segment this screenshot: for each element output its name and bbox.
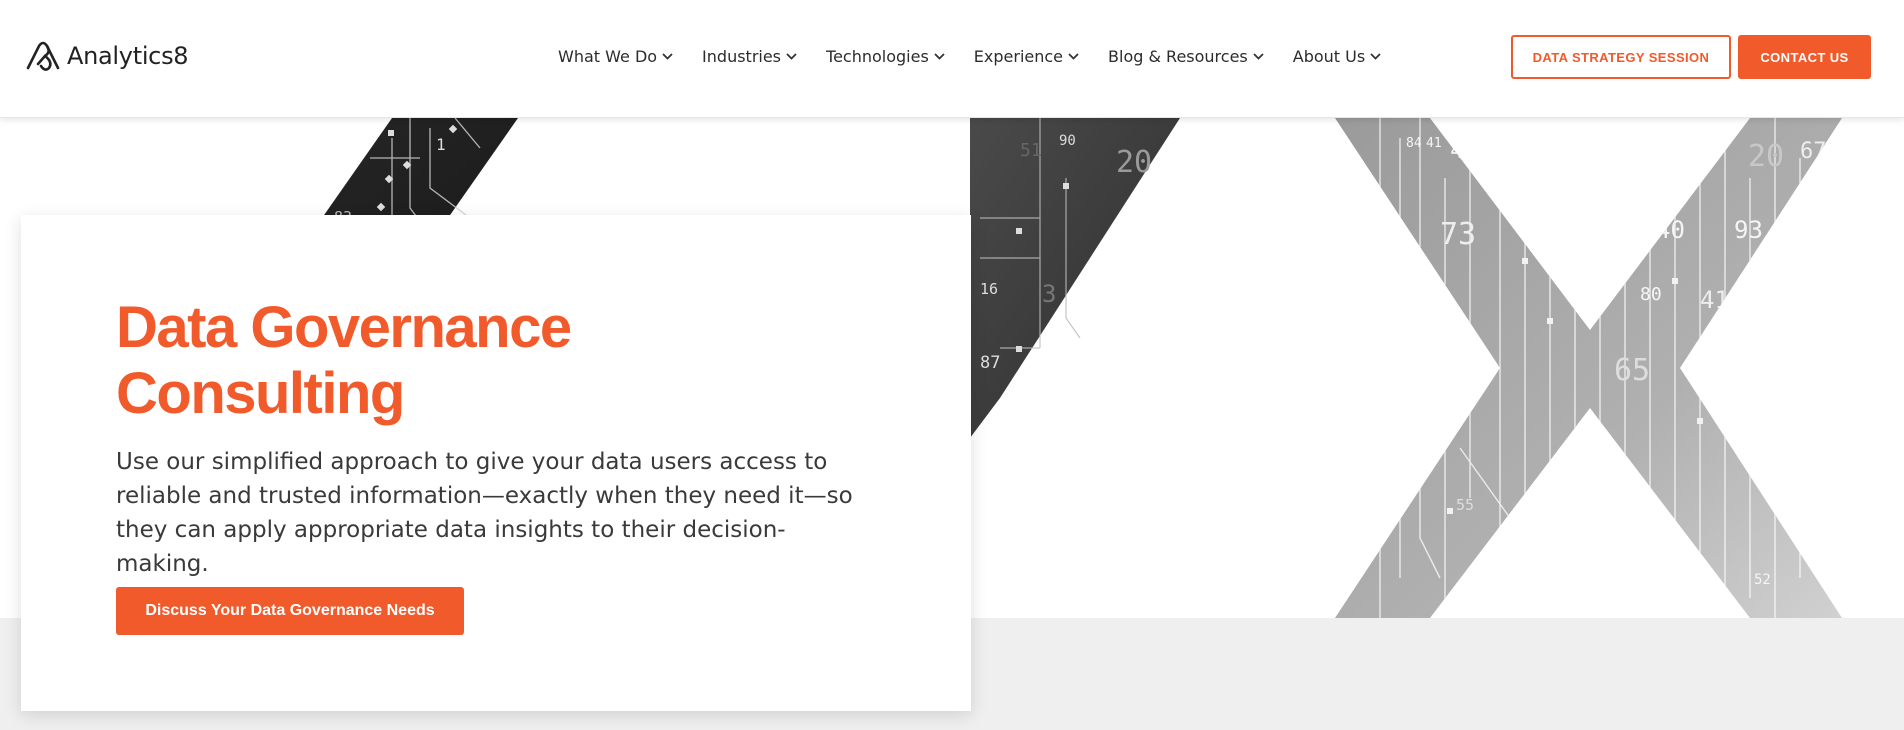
chevron-down-icon	[1068, 52, 1079, 60]
chevron-down-icon	[786, 52, 797, 60]
chevron-down-icon	[662, 52, 673, 60]
decor-number: 87	[980, 353, 1000, 373]
decor-number: 2	[1670, 135, 1678, 150]
nav-label: Blog & Resources	[1108, 46, 1248, 66]
logo-text: Analytics8	[67, 42, 189, 70]
title-line-1: Data Governance	[116, 295, 572, 360]
decor-number: 55	[1456, 496, 1474, 514]
analytics8-logo-icon	[26, 41, 60, 71]
decor-number: 1	[436, 135, 446, 154]
decor-number: 40	[1656, 216, 1685, 244]
decor-number: 67	[1800, 139, 1827, 164]
nav-industries[interactable]: Industries	[702, 47, 797, 66]
decor-number: 20	[1748, 139, 1784, 174]
chevron-down-icon	[1370, 52, 1381, 60]
hero-card: Data Governance Consulting Use our simpl…	[21, 215, 971, 711]
contact-us-button[interactable]: CONTACT US	[1738, 35, 1871, 79]
nav-label: Industries	[702, 46, 782, 66]
logo[interactable]: Analytics8	[25, 40, 189, 72]
decor-number: 73	[1440, 217, 1476, 252]
decor-number: 31	[1680, 573, 1704, 597]
decor-number: 80	[1640, 284, 1662, 305]
decor-number: 20	[1116, 145, 1152, 180]
decor-number: 3	[1042, 280, 1056, 308]
decor-number: 42	[1450, 136, 1479, 164]
decor-number: 84	[1406, 136, 1422, 151]
decor-number: 41	[1700, 286, 1729, 314]
nav-label: Experience	[973, 46, 1064, 66]
decor-number: 16	[980, 280, 998, 298]
data-strategy-session-button[interactable]: DATA STRATEGY SESSION	[1511, 35, 1731, 79]
nav-experience[interactable]: Experience	[974, 47, 1079, 66]
discuss-governance-button[interactable]: Discuss Your Data Governance Needs	[116, 587, 464, 635]
chevron-down-icon	[934, 52, 945, 60]
title-line-2: Consulting	[116, 361, 405, 426]
hero-description: Use our simplified approach to give your…	[116, 449, 853, 577]
nav-label: What We Do	[558, 46, 658, 66]
nav-what-we-do[interactable]: What We Do	[558, 47, 673, 66]
decor-number: 97	[1484, 136, 1513, 164]
nav-label: About Us	[1292, 46, 1366, 66]
decor-number: 90	[1059, 133, 1076, 149]
nav-about-us[interactable]: About Us	[1293, 47, 1381, 66]
page-title: Data Governance Consulting	[116, 295, 916, 427]
decor-number: 52	[1754, 572, 1771, 588]
site-header: Analytics8 What We Do Industries Technol…	[0, 0, 1904, 118]
nav-technologies[interactable]: Technologies	[826, 47, 945, 66]
decor-number: 93	[1734, 216, 1763, 244]
main-nav: What We Do Industries Technologies Exper…	[558, 45, 1381, 67]
decor-number: 41	[1426, 136, 1442, 151]
chevron-down-icon	[1253, 52, 1264, 60]
nav-blog-resources[interactable]: Blog & Resources	[1108, 47, 1264, 66]
decor-number: 51	[1020, 140, 1042, 161]
nav-label: Technologies	[826, 46, 929, 66]
decor-number: 65	[1614, 353, 1650, 388]
